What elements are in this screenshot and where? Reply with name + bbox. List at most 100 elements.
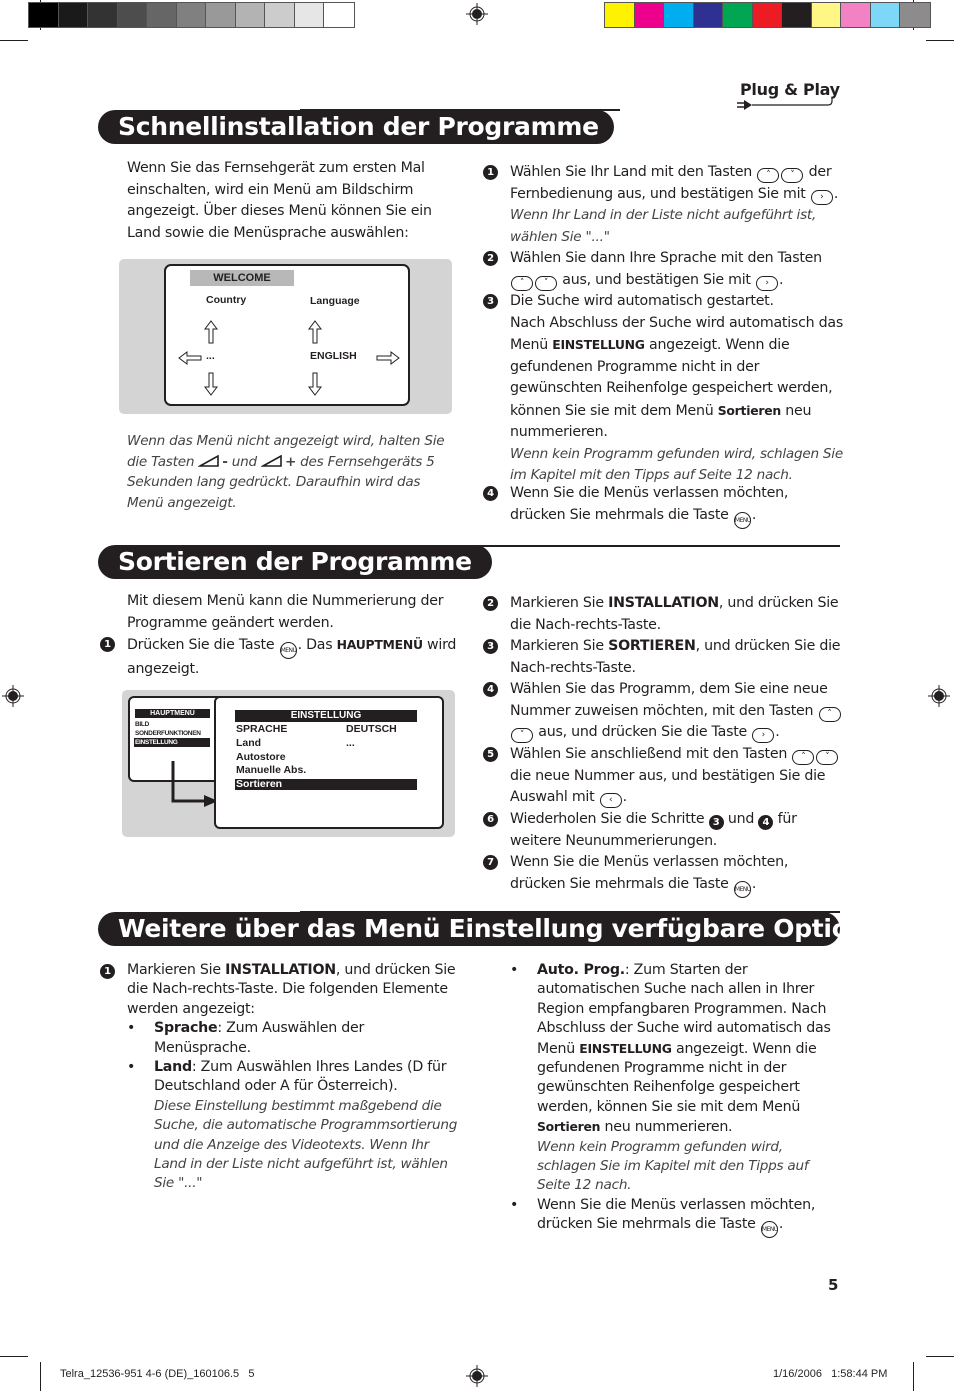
arrow-connector-icon (171, 761, 218, 807)
main-menu-item: EINSTELLUNG (134, 738, 210, 747)
settings-row-label: SPRACHE (236, 723, 288, 735)
crop-mark (913, 1362, 914, 1391)
menu-key-icon: MENU (760, 1221, 778, 1239)
volume-up-icon (260, 454, 282, 467)
step-number-badge: 3 (483, 639, 498, 654)
option-auto-prog: • Auto. Prog.: Zum Starten der automatis… (510, 962, 831, 1194)
sort-step-1: 1 Drücken Sie die Taste MENU. Das HAUPTM… (100, 634, 465, 681)
step-number-badge: 2 (483, 596, 498, 611)
section-title-sort-programs: Sortieren der Programme (98, 545, 492, 579)
menu-key-icon: MENU (733, 511, 751, 529)
settings-row-value: DEUTSCH (346, 723, 397, 735)
tv-screen: WELCOME Country Language ... ENGLISH (164, 264, 410, 406)
section1-note: Wenn das Menü nicht angezeigt wird, halt… (127, 433, 445, 512)
crop-mark (0, 1356, 28, 1357)
color-swatch (664, 3, 694, 27)
main-menu-list: BILD SONDERFUNKTIONEN EINSTELLUNG (134, 720, 210, 747)
arrow-down-icon (308, 372, 322, 396)
step-number-badge: 4 (483, 486, 498, 501)
sort-step-2: 2 Markieren Sie INSTALLATION, und drücke… (483, 593, 843, 636)
color-swatch (782, 3, 812, 27)
step-number-badge: 6 (483, 812, 498, 827)
step-number-badge: 4 (483, 682, 498, 697)
volume-down-icon (198, 454, 220, 467)
gray-swatch (29, 3, 59, 27)
print-timestamp: 1/16/2006 1:58:44 PM (773, 1368, 888, 1380)
crop-mark (0, 40, 28, 41)
color-swatch (841, 3, 871, 27)
color-swatch (634, 3, 664, 27)
color-swatch (870, 3, 900, 27)
color-swatch (605, 3, 635, 27)
step-number-badge: 1 (483, 165, 498, 180)
settings-menu-row: Manuelle Abs. (235, 764, 417, 778)
settings-menu-row: Land... (235, 737, 417, 751)
menu-key-icon: MENU (279, 642, 297, 659)
settings-row-value: ... (346, 736, 355, 749)
registration-mark-icon (2, 685, 24, 707)
color-swatch (723, 3, 753, 27)
option-exit-menus: • Wenn Sie die Menüs verlassen möchten, … (510, 1196, 840, 1239)
settings-menu-row: SPRACHE DEUTSCH (235, 723, 417, 737)
main-menu-item: BILD (135, 721, 149, 728)
print-file-info: Telra_12536-951 4-6 (DE)_160106.5 5 (60, 1368, 255, 1380)
country-value: ... (206, 350, 215, 362)
plug-and-play-text: Plug & Play (740, 80, 840, 99)
right-key-icon: › (756, 275, 779, 291)
step-number-badge: 3 (483, 294, 498, 309)
sort-step-6: 6 Wiederholen Sie die Schritte 3 und 4 f… (483, 809, 843, 852)
sort-step-3: 3 Markieren Sie SORTIEREN, und drücken S… (483, 636, 843, 679)
down-key-icon: ˅ (816, 750, 839, 765)
quick-install-step-3: 3 Die Suche wird automatisch gestartet. … (483, 291, 843, 487)
section-title-quick-install: Schnellinstallation der Programme (98, 110, 614, 144)
power-plug-icon (737, 98, 833, 110)
down-key-icon: ˅ (535, 275, 557, 291)
crop-mark (926, 40, 954, 41)
settings-menu-row: Sortieren (235, 778, 417, 791)
welcome-menu-illustration: WELCOME Country Language ... ENGLISH (119, 259, 452, 414)
option-land: • Land: Zum Auswählen Ihres Landes (D fü… (127, 1059, 458, 1192)
gray-swatch (147, 3, 177, 27)
grayscale-color-bar (28, 2, 355, 28)
step-number-badge: 2 (483, 251, 498, 266)
step-number-badge: 7 (483, 855, 498, 870)
registration-mark-icon (928, 685, 950, 707)
language-value: ENGLISH (310, 350, 357, 362)
arrow-up-icon (204, 320, 218, 344)
sort-step-4: 4 Wählen Sie das Programm, dem Sie eine … (483, 679, 843, 744)
color-swatch (900, 3, 930, 27)
arrow-up-icon (308, 320, 322, 344)
up-key-icon: ˄ (757, 168, 780, 183)
left-key-icon: ‹ (599, 793, 622, 808)
step-number-badge: 1 (100, 637, 115, 652)
option-sprache: • Sprache: Zum Auswählen der Menüsprache… (127, 1020, 365, 1056)
right-key-icon: › (810, 189, 833, 205)
registration-mark-icon (466, 3, 488, 25)
settings-menu-title: EINSTELLUNG (235, 710, 417, 722)
language-label: Language (310, 295, 360, 307)
down-key-icon: ˅ (781, 168, 804, 183)
crop-mark (926, 1356, 954, 1357)
section2-intro: Mit diesem Menü kann die Nummerierung de… (127, 593, 444, 631)
step-number-badge: 5 (483, 747, 498, 762)
gray-swatch (324, 3, 354, 27)
arrow-left-icon (178, 351, 202, 365)
up-key-icon: ˄ (818, 706, 841, 722)
arrow-right-icon (376, 351, 400, 365)
right-key-icon: › (752, 728, 775, 743)
main-menu-item: SONDERFUNKTIONEN (135, 730, 201, 737)
settings-row-label: Sortieren (236, 778, 283, 791)
welcome-menu-title: WELCOME (190, 270, 294, 286)
quick-install-step-4: 4 Wenn Sie die Menüs verlassen möchten, … (483, 483, 843, 529)
main-menu-title: HAUPTMENÜ (135, 709, 210, 718)
settings-menu-row: Autostore (235, 751, 417, 765)
color-swatch (811, 3, 841, 27)
quick-install-step-1: 1 Wählen Sie Ihr Land mit den Tasten ˄ ˅ … (483, 162, 843, 248)
settings-row-label: Autostore (236, 750, 286, 763)
gray-swatch (117, 3, 147, 27)
gray-swatch (206, 3, 236, 27)
sort-step-7: 7 Wenn Sie die Menüs verlassen möchten, … (483, 852, 843, 898)
arrow-down-icon (204, 372, 218, 396)
menu-key-icon: MENU (733, 880, 751, 898)
gray-swatch (265, 3, 295, 27)
